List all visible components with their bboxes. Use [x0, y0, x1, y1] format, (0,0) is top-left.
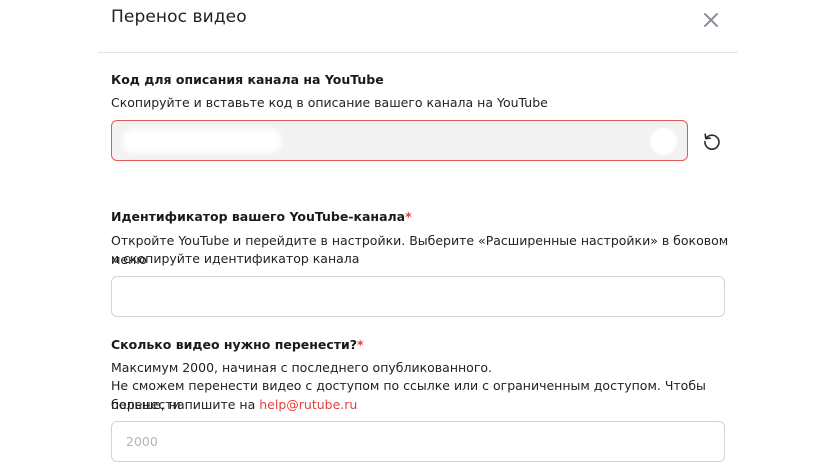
close-icon[interactable] [700, 9, 722, 31]
video-count-field[interactable] [111, 421, 725, 462]
channel-id-label: Идентификатор вашего YouTube-канала* [111, 209, 412, 224]
code-value-redacted [122, 129, 282, 153]
channel-id-hint-2: и скопируйте идентификатор канала [111, 251, 360, 266]
required-mark: * [357, 337, 364, 352]
channel-id-input[interactable] [112, 277, 724, 316]
transfer-video-dialog: Перенос видео Код для описания канала на… [0, 0, 836, 470]
support-email-link[interactable]: help@rutube.ru [259, 397, 357, 412]
dialog-title: Перенос видео [111, 7, 247, 27]
video-count-label-text: Сколько видео нужно перенести? [111, 337, 358, 352]
header-divider [98, 52, 738, 53]
channel-id-field[interactable] [111, 276, 725, 317]
channel-code-field[interactable] [111, 120, 688, 161]
channel-id-label-text: Идентификатор вашего YouTube-канала [111, 209, 406, 224]
required-mark: * [405, 209, 412, 224]
video-count-hint-prefix: больше, напишите на [111, 397, 256, 412]
refresh-icon[interactable] [701, 130, 723, 152]
code-hint: Скопируйте и вставьте код в описание ваш… [111, 95, 548, 110]
video-count-hint-3: больше, напишите на help@rutube.ru [111, 395, 731, 414]
video-count-input[interactable] [112, 422, 724, 461]
code-label: Код для описания канала на YouTube [111, 72, 384, 87]
video-count-hint-1: Максимум 2000, начиная с последнего опуб… [111, 360, 493, 375]
copy-icon[interactable] [650, 128, 677, 155]
video-count-label: Сколько видео нужно перенести?* [111, 337, 364, 352]
